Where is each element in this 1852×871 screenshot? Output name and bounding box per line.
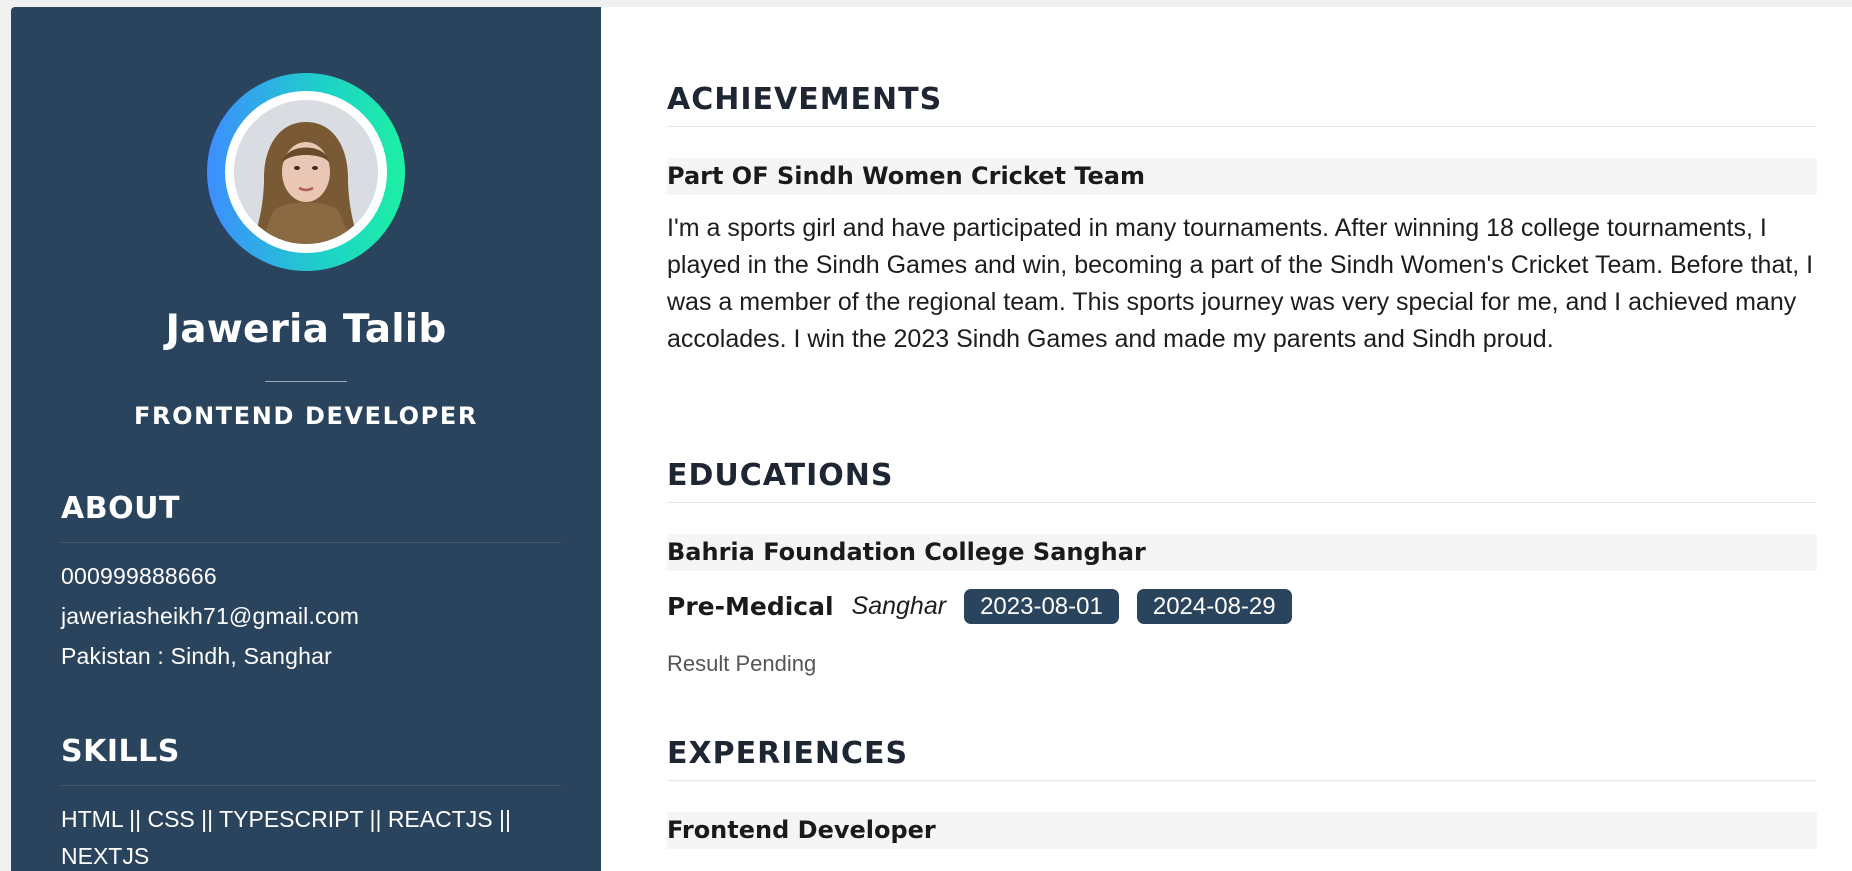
skills-divider: [61, 785, 561, 786]
about-email[interactable]: jaweriasheikh71@gmail.com: [61, 603, 359, 630]
resume-page: Jaweria Talib FRONTEND DEVELOPER ABOUT 0…: [11, 7, 1852, 871]
skills-heading: SKILLS: [61, 734, 180, 769]
avatar: [207, 73, 405, 271]
educations-heading: EDUCATIONS: [667, 458, 894, 493]
achievements-divider: [667, 126, 1817, 127]
sidebar: Jaweria Talib FRONTEND DEVELOPER ABOUT 0…: [11, 7, 601, 871]
profile-name: Jaweria Talib: [165, 307, 447, 352]
education-start-date-badge: 2023-08-01: [964, 588, 1119, 624]
experience-title: Frontend Developer: [667, 812, 1817, 849]
profile-role: FRONTEND DEVELOPER: [134, 402, 478, 430]
avatar-ring-inner: [225, 91, 387, 253]
skills-list: HTML || CSS || TYPESCRIPT || REACTJS || …: [61, 806, 511, 869]
about-location: Pakistan : Sindh, Sanghar: [61, 643, 332, 669]
main-content: ACHIEVEMENTS Part OF Sindh Women Cricket…: [667, 7, 1817, 871]
name-divider: [265, 381, 347, 382]
education-degree: Pre-Medical: [667, 591, 834, 621]
experiences-divider: [667, 780, 1817, 781]
achievement-description: I'm a sports girl and have participated …: [667, 214, 1814, 353]
achievements-heading: ACHIEVEMENTS: [667, 82, 943, 117]
profile-photo: [234, 100, 378, 244]
education-end-date-badge: 2024-08-29: [1136, 588, 1292, 624]
education-school: Bahria Foundation College Sanghar: [667, 534, 1817, 571]
achievement-title: Part OF Sindh Women Cricket Team: [667, 158, 1817, 195]
education-details: Pre-Medical Sanghar 2023-08-01 2024-08-2…: [667, 587, 1310, 625]
about-divider: [61, 542, 561, 543]
education-location: Sanghar: [851, 591, 947, 620]
experiences-heading: EXPERIENCES: [667, 736, 909, 771]
about-phone: 000999888666: [61, 563, 217, 589]
about-heading: ABOUT: [61, 491, 180, 526]
education-result: Result Pending: [667, 651, 817, 676]
educations-divider: [667, 502, 1817, 503]
